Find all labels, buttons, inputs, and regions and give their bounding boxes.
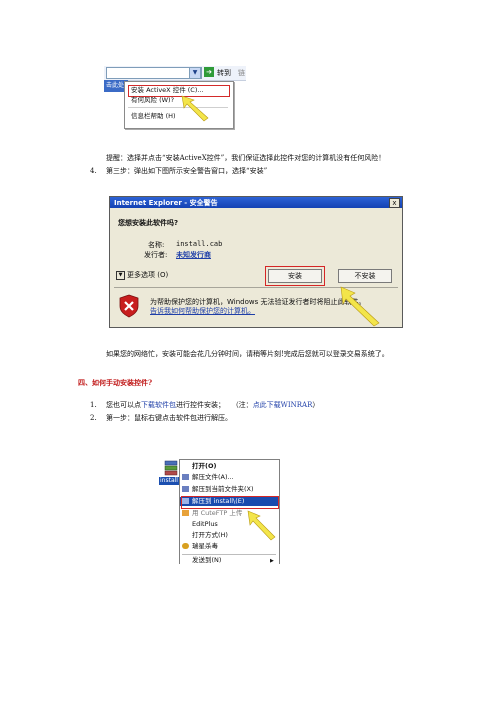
dialog-title: Internet Explorer - 安全警告 bbox=[114, 199, 218, 207]
menu-item-editplus[interactable]: EditPlus bbox=[192, 520, 218, 529]
name-label: 名称: bbox=[148, 241, 165, 249]
more-options-label: 更多选项 (O) bbox=[127, 271, 169, 279]
item1-pre: 您也可以点 bbox=[106, 401, 141, 409]
pointer-arrow-icon bbox=[340, 286, 380, 327]
more-options-button[interactable]: ▼ 更多选项 (O) bbox=[116, 270, 168, 280]
menu-item-send-to-label: 发送到(N) bbox=[192, 556, 222, 564]
tip-text: 提醒：选择并点击“安装ActiveX控件”，我们保证选择此控件对您的计算机没有任… bbox=[106, 154, 386, 162]
menu-item-extract-here-label: 解压到当前文件夹(X) bbox=[192, 485, 254, 493]
winrar-icon bbox=[182, 474, 189, 480]
section-heading: 四、如何手动安装控件? bbox=[78, 378, 153, 387]
item2-number: 2. bbox=[90, 414, 97, 422]
menu-item-open-with-label: 打开方式(H) bbox=[192, 531, 228, 539]
cuteftp-icon bbox=[182, 510, 189, 516]
address-combo[interactable] bbox=[106, 67, 202, 79]
archive-file-icon[interactable] bbox=[164, 460, 178, 476]
menu-item-extract-files[interactable]: 解压文件(A)... bbox=[182, 473, 234, 482]
item1-note-open: （注： bbox=[231, 401, 253, 409]
close-button[interactable]: x bbox=[389, 198, 400, 208]
item1-number: 1. bbox=[90, 401, 97, 409]
install-button[interactable]: 安装 bbox=[268, 269, 322, 283]
menu-item-extract-here[interactable]: 解压到当前文件夹(X) bbox=[182, 485, 254, 494]
rising-lion-icon bbox=[182, 543, 189, 549]
menu-item-extract-files-label: 解压文件(A)... bbox=[192, 473, 234, 481]
context-menu-screenshot: install 打开(O) 解压文件(A)... 解压到当前文件夹(X) 解压到… bbox=[158, 457, 280, 564]
dropdown-arrow-icon[interactable]: ▼ bbox=[189, 67, 201, 79]
step4-text: 第三步：弹出如下图所示安全警告窗口，选择“安装” bbox=[106, 167, 268, 175]
busy-note: 如果您的网络忙，安装可能会花几分钟时间，请稍等片刻!完成后您就可以登录交易系统了… bbox=[106, 350, 389, 358]
menu-item-infobar-help[interactable]: 信息栏帮助 (H) bbox=[131, 112, 176, 121]
download-package-link[interactable]: 下载软件包 bbox=[141, 401, 176, 409]
go-button-label[interactable]: 转到 bbox=[217, 68, 231, 78]
step4-number: 4. bbox=[90, 167, 97, 175]
menu-separator bbox=[182, 554, 276, 555]
name-value: install.cab bbox=[176, 240, 223, 248]
item2-text: 第一步：鼠标右键点击软件包进行解压。 bbox=[106, 414, 232, 422]
submenu-arrow-icon: ▶ bbox=[270, 558, 274, 564]
dialog-question: 您想安装此软件吗? bbox=[118, 219, 179, 227]
warning-help-link[interactable]: 告诉我如何帮助保护您的计算机。 bbox=[150, 306, 255, 316]
go-arrow-icon[interactable]: ➔ bbox=[204, 67, 214, 77]
item1-text: 您也可以点下载软件包进行控件安装； （注：点此下载WINRAR） bbox=[106, 401, 319, 410]
download-winrar-link[interactable]: 点此下载WINRAR bbox=[253, 401, 313, 409]
pointer-arrow-icon bbox=[247, 510, 276, 541]
menu-item-cuteftp-label: 用 CuteFTP 上传 bbox=[192, 509, 243, 517]
menu-item-open-with[interactable]: 打开方式(H)▶ bbox=[192, 531, 274, 540]
menu-item-what-risk[interactable]: 有何风险 (W)? bbox=[131, 96, 174, 105]
publisher-link[interactable]: 未知发行商 bbox=[176, 250, 211, 260]
item1-note-close: ） bbox=[312, 401, 320, 409]
menu-item-rising-label: 瑞星杀毒 bbox=[192, 542, 218, 550]
security-warning-dialog: Internet Explorer - 安全警告 x 您想安装此软件吗? 名称:… bbox=[109, 196, 403, 328]
dont-install-button[interactable]: 不安装 bbox=[338, 269, 392, 283]
extract-highlight bbox=[181, 496, 279, 509]
item1-mid: 进行控件安装； bbox=[176, 401, 225, 409]
pointer-arrow-icon bbox=[181, 95, 209, 122]
file-label[interactable]: install bbox=[159, 477, 179, 485]
activex-infobar-screenshot: ▼ ➔ 转到 链 击此处安装 安装 ActiveX 控件 (C)... 有何风险… bbox=[104, 64, 246, 130]
links-label: 链 bbox=[238, 69, 245, 77]
menu-item-cuteftp[interactable]: 用 CuteFTP 上传 bbox=[182, 509, 243, 518]
publisher-label: 发行者: bbox=[144, 251, 168, 259]
shield-warning-icon bbox=[119, 294, 139, 318]
menu-item-send-to[interactable]: 发送到(N) ▶ bbox=[192, 556, 274, 564]
winrar-icon bbox=[182, 486, 189, 492]
menu-item-open[interactable]: 打开(O) bbox=[192, 462, 216, 471]
menu-item-rising-antivirus[interactable]: 瑞星杀毒 bbox=[182, 542, 218, 551]
chevron-down-icon: ▼ bbox=[116, 270, 125, 280]
